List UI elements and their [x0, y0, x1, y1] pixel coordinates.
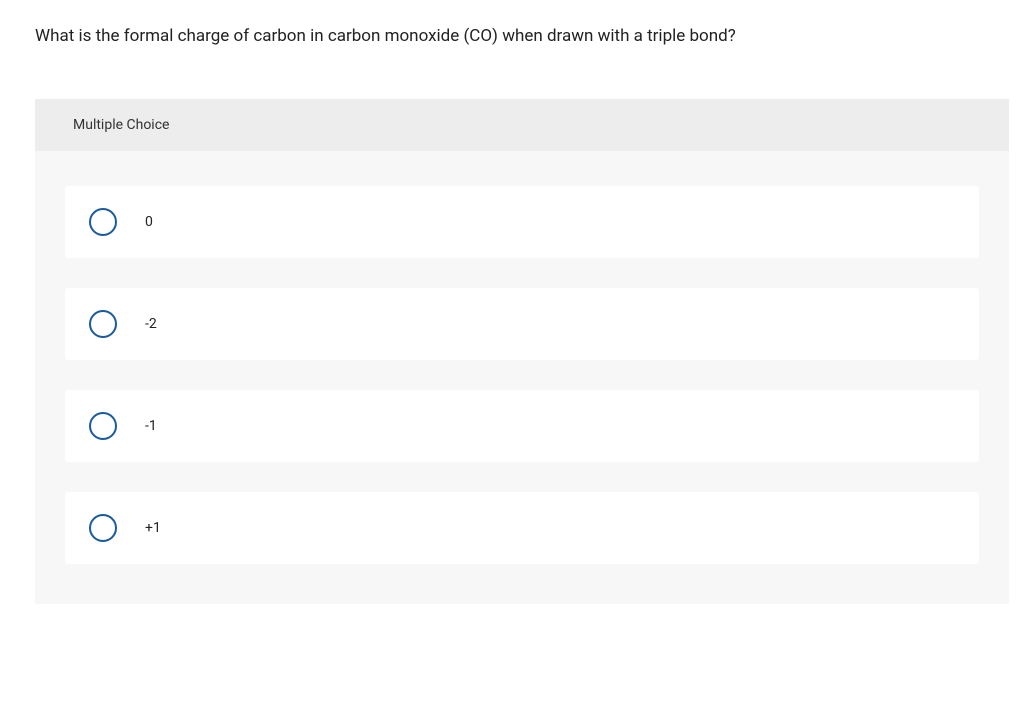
option-row[interactable]: -2	[65, 288, 979, 360]
radio-icon[interactable]	[89, 208, 117, 236]
answers-header: Multiple Choice	[35, 99, 1009, 151]
option-label: 0	[145, 214, 153, 230]
radio-icon[interactable]	[89, 514, 117, 542]
option-row[interactable]: 0	[65, 186, 979, 258]
radio-icon[interactable]	[89, 412, 117, 440]
option-label: +1	[145, 520, 161, 536]
option-row[interactable]: +1	[65, 492, 979, 564]
options-list: 0 -2 -1 +1	[35, 151, 1009, 564]
option-row[interactable]: -1	[65, 390, 979, 462]
question-text: What is the formal charge of carbon in c…	[35, 25, 1009, 49]
option-label: -2	[145, 316, 157, 332]
answers-container: Multiple Choice 0 -2 -1 +1	[35, 99, 1009, 604]
radio-icon[interactable]	[89, 310, 117, 338]
option-label: -1	[145, 418, 157, 434]
